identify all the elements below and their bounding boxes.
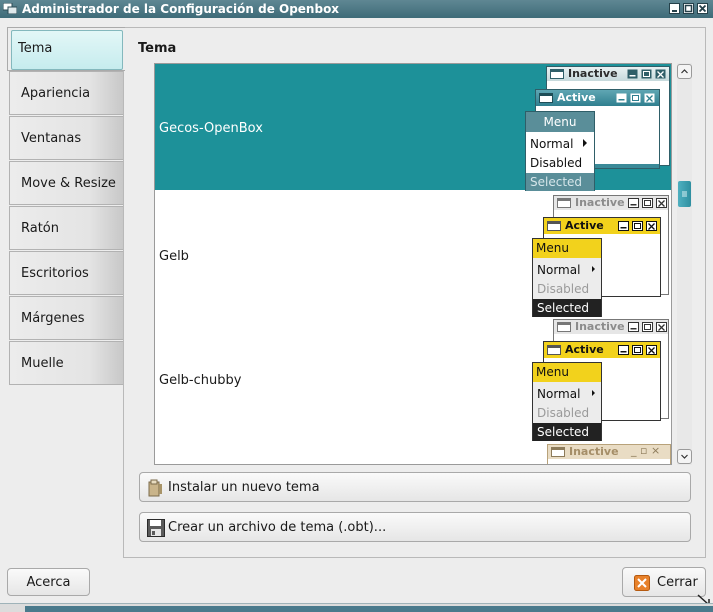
close-icon (634, 575, 650, 595)
package-icon (147, 479, 163, 501)
preview-inactive-label: Inactive (569, 445, 619, 458)
tab-label: Move & Resize (21, 176, 116, 191)
preview-inactive-label: Inactive (568, 67, 618, 80)
theme-row[interactable]: Gelb-chubby Inactive Active Menu Normal (155, 316, 671, 442)
tab-move-resize[interactable]: Move & Resize (9, 161, 123, 205)
app-icon (2, 2, 18, 15)
preview-menu-selected: Selected (533, 299, 601, 317)
about-button[interactable]: Acerca (7, 568, 90, 596)
tab-label: Ratón (21, 221, 60, 236)
preview-active-label: Active (565, 219, 604, 232)
tab-label: Muelle (21, 356, 64, 371)
scroll-down-icon[interactable] (677, 449, 692, 464)
preview-active-label: Active (565, 343, 604, 356)
close-button[interactable]: Cerrar (622, 567, 706, 597)
theme-preview: Inactive Active Menu Normal Disabled Sel… (532, 319, 671, 441)
preview-menu-disabled: Disabled (537, 406, 590, 420)
theme-name: Gelb-chubby (159, 373, 242, 388)
theme-list-scrollbar[interactable] (677, 63, 692, 465)
tab-tema[interactable]: Tema (7, 27, 125, 71)
minimize-icon[interactable] (669, 3, 680, 14)
theme-name: Gecos-OpenBox (159, 121, 263, 136)
preview-inactive-label: Inactive (575, 320, 625, 333)
preview-menu-title: Menu (533, 363, 601, 382)
preview-menu-normal: Normal (530, 137, 574, 151)
close-icon[interactable] (697, 3, 708, 14)
tab-label: Ventanas (21, 131, 82, 146)
save-icon (147, 519, 165, 541)
tab-label: Márgenes (21, 311, 85, 326)
theme-name: Gelb (159, 249, 189, 264)
submenu-arrow-icon (592, 390, 595, 396)
install-theme-button[interactable]: Instalar un nuevo tema (139, 472, 691, 502)
scroll-up-icon[interactable] (677, 64, 692, 79)
about-label: Acerca (26, 575, 71, 590)
tab-label: Escritorios (21, 266, 89, 281)
preview-menu-title: Menu (533, 239, 601, 258)
tab-margenes[interactable]: Márgenes (9, 296, 123, 340)
window-buttons-icon: _ ▫ × (631, 444, 661, 457)
title-bar[interactable]: Administrador de la Configuración de Ope… (0, 0, 713, 18)
maximize-icon[interactable] (683, 3, 694, 14)
preview-menu-selected: Selected (526, 173, 594, 191)
theme-preview: Inactive Active Menu Normal Disabled Sel… (525, 64, 671, 191)
theme-preview: Inactive _ ▫ × (547, 444, 671, 464)
tab-escritorios[interactable]: Escritorios (9, 251, 123, 295)
preview-menu-disabled: Disabled (530, 156, 583, 170)
preview-menu-disabled: Disabled (537, 282, 590, 296)
preview-menu-title: Menu (526, 112, 594, 132)
theme-preview: Inactive Active Menu Normal Disabled Sel… (532, 195, 671, 317)
theme-row[interactable]: Inactive _ ▫ × (155, 442, 671, 464)
preview-menu-selected: Selected (533, 423, 601, 441)
submenu-arrow-icon (592, 266, 595, 272)
tab-label: Tema (18, 41, 53, 56)
theme-row[interactable]: Gecos-OpenBox Inactive Active Menu Norma… (155, 64, 671, 191)
preview-menu-normal: Normal (537, 387, 581, 401)
create-theme-archive-label: Crear un archivo de tema (.obt)... (168, 520, 387, 535)
scroll-thumb[interactable] (678, 181, 691, 207)
preview-active-label: Active (557, 91, 596, 104)
window-title: Administrador de la Configuración de Ope… (22, 2, 340, 16)
install-theme-label: Instalar un nuevo tema (168, 480, 320, 495)
tab-muelle[interactable]: Muelle (9, 341, 123, 385)
submenu-arrow-icon (583, 139, 587, 147)
theme-list[interactable]: Gecos-OpenBox Inactive Active Menu Norma… (154, 63, 672, 465)
tab-label: Apariencia (21, 86, 91, 101)
theme-row[interactable]: Gelb Inactive Active Menu Normal Disable… (155, 192, 671, 318)
preview-menu-normal: Normal (537, 263, 581, 277)
create-theme-archive-button[interactable]: Crear un archivo de tema (.obt)... (139, 512, 691, 542)
close-label: Cerrar (657, 575, 698, 590)
section-title: Tema (138, 41, 177, 56)
tab-raton[interactable]: Ratón (9, 206, 123, 250)
preview-inactive-label: Inactive (575, 196, 625, 209)
tab-apariencia[interactable]: Apariencia (9, 71, 123, 115)
tab-ventanas[interactable]: Ventanas (9, 116, 123, 160)
